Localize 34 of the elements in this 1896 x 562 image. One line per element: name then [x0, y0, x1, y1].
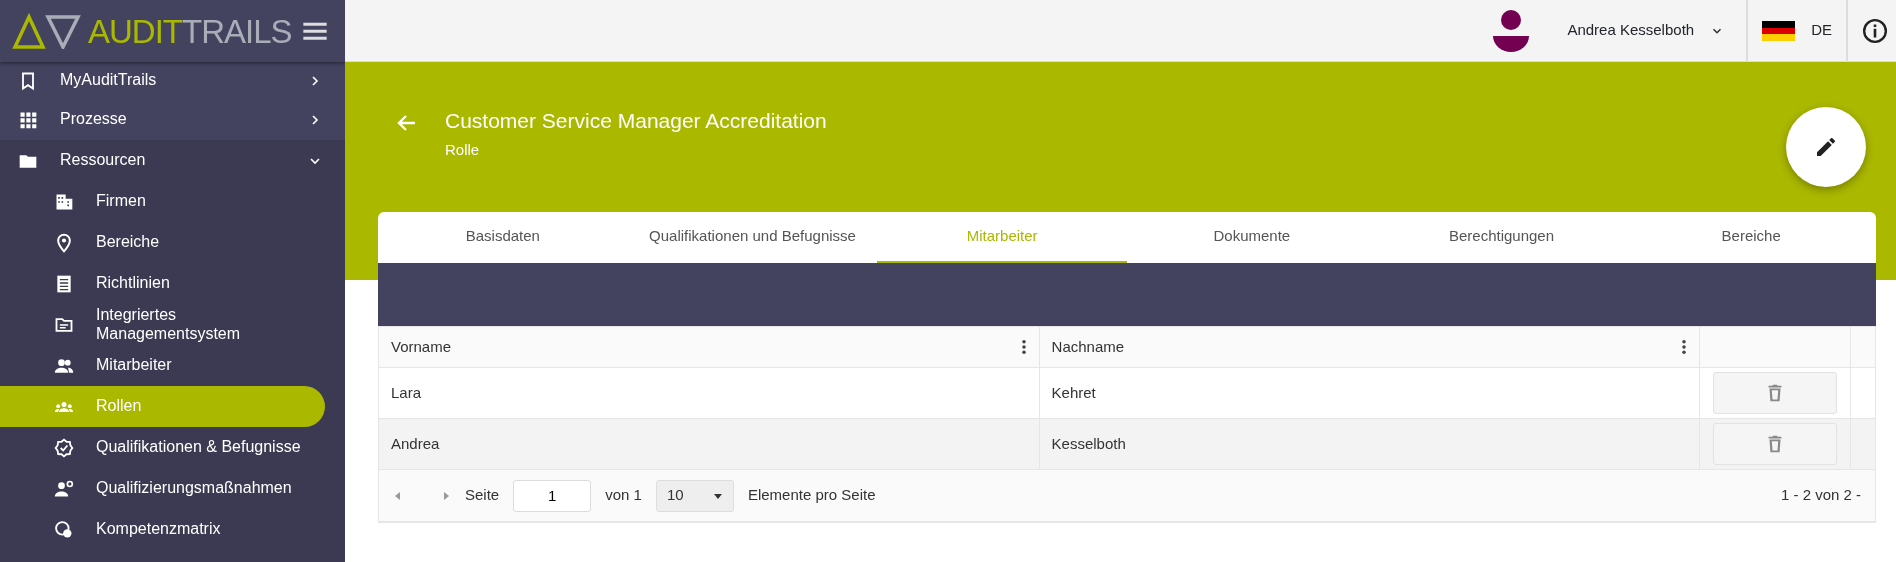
sidebar-item[interactable]: Bereiche	[0, 222, 345, 263]
user-menu[interactable]: Andrea Kesselboth	[1567, 19, 1725, 42]
table-cell: Kesselboth	[1039, 419, 1701, 469]
table-cell: Lara	[379, 368, 1040, 418]
pager-label: Seite	[465, 485, 500, 506]
logo-text: AUDIT	[88, 14, 182, 48]
page-size-select[interactable]: 10	[655, 479, 734, 512]
logo-text: TRAILS	[182, 14, 292, 48]
tab[interactable]: Berechtigungen	[1376, 212, 1627, 263]
column-header[interactable]: Nachname	[1039, 327, 1701, 367]
pager-label: Elemente pro Seite	[747, 485, 876, 506]
sidebar-item[interactable]: Richtlinien	[0, 263, 345, 304]
tab[interactable]: Qualifikationen und Befugnisse	[627, 212, 878, 263]
sidebar-item[interactable]: Prozesse	[0, 99, 345, 140]
page-subtitle: Rolle	[445, 140, 481, 161]
tab[interactable]: Bereiche	[1626, 212, 1877, 263]
tab[interactable]: Basisdaten	[378, 212, 628, 263]
table-cell: Kehret	[1039, 368, 1701, 418]
tab[interactable]: Dokumente	[1127, 212, 1377, 263]
page-input[interactable]: 1	[513, 479, 592, 512]
sidebar-item[interactable]: Mitarbeiter	[0, 345, 345, 386]
sidebar-item[interactable]: Ressourcen	[0, 140, 345, 181]
sidebar-item[interactable]: Firmen	[0, 181, 345, 222]
sidebar-item[interactable]: Qualifizierungsmaßnahmen	[0, 468, 345, 509]
sidebar-item[interactable]: Integriertes Managementsystem	[0, 304, 345, 345]
page-title: Customer Service Manager Accreditation	[445, 108, 827, 134]
column-header[interactable]: Vorname	[379, 327, 1040, 367]
table-cell: Andrea	[379, 419, 1040, 469]
sidebar-item[interactable]: Qualifikationen & Befugnisse	[0, 427, 345, 468]
sidebar-item[interactable]: Kompetenzmatrix	[0, 509, 345, 550]
pager-range: 1 - 2 von 2 -	[1780, 485, 1861, 506]
language-selector[interactable]: DE	[1762, 19, 1832, 42]
sidebar-item[interactable]: MyAuditTrails	[0, 62, 345, 99]
pager-label: von 1	[605, 485, 642, 506]
